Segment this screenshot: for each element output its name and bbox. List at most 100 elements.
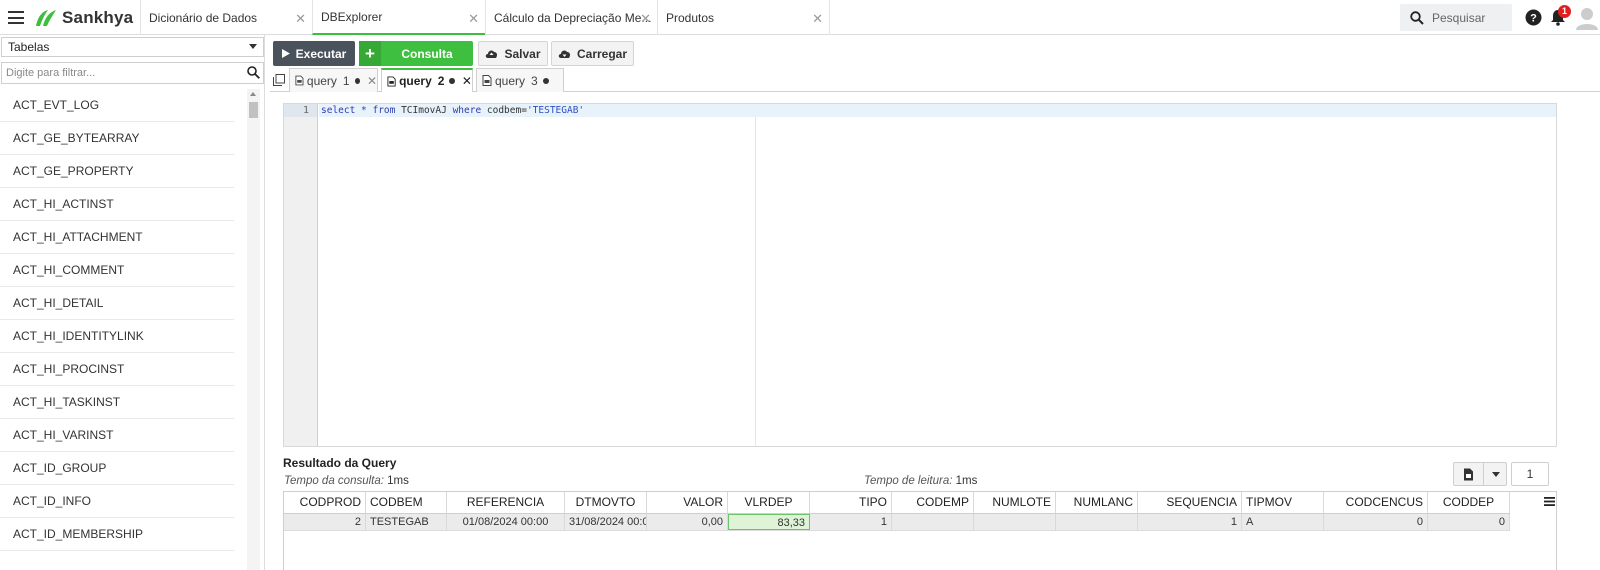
object-type-select[interactable]: Tabelas [1, 37, 264, 57]
table-list-item[interactable]: ACT_HI_TASKINST [0, 386, 234, 419]
sql-keyword: where [452, 105, 482, 116]
cloud-download-icon [558, 50, 571, 58]
table-list-item[interactable]: ACT_HI_PROCINST [0, 353, 234, 386]
help-icon[interactable]: ? [1525, 9, 1542, 26]
query-tab-2[interactable]: query 2 ✕ [381, 68, 473, 92]
chevron-down-icon[interactable] [1492, 472, 1500, 477]
table-filter-input[interactable] [1, 62, 264, 84]
query-file-icon [387, 75, 396, 87]
table-list-item[interactable]: ACT_HI_IDENTITYLINK [0, 320, 234, 353]
grid-cell[interactable]: 0,00 [647, 514, 728, 530]
table-row[interactable]: 2 TESTEGAB 01/08/2024 00:00 31/08/2024 0… [284, 514, 1510, 531]
table-list-item[interactable]: ACT_HI_VARINST [0, 419, 234, 452]
query-tab-label: query [399, 74, 432, 88]
editor-gutter: 1 [284, 104, 318, 446]
table-list-item[interactable]: ACT_HI_ATTACHMENT [0, 221, 234, 254]
hamburger-menu-icon[interactable] [8, 11, 24, 24]
grid-cell[interactable]: 31/08/2024 00:00 [565, 514, 647, 530]
query-tab-3[interactable]: query 3 [476, 68, 564, 92]
grid-cell[interactable]: 01/08/2024 00:00 [447, 514, 565, 530]
table-list-item[interactable]: ACT_GE_BYTEARRAY [0, 122, 234, 155]
copy-icon[interactable] [273, 74, 285, 86]
unsaved-dot-icon [542, 77, 549, 84]
query-tab-number: 2 [437, 74, 445, 88]
play-icon [281, 49, 290, 58]
grid-cell[interactable]: TESTEGAB [366, 514, 447, 530]
table-list-scrollbar[interactable] [247, 89, 260, 570]
column-header[interactable]: CODDEP [1428, 492, 1510, 513]
column-header[interactable]: VLRDEP [728, 492, 810, 513]
grid-cell[interactable] [1056, 514, 1138, 530]
grid-cell[interactable]: A [1242, 514, 1324, 530]
column-header[interactable]: CODCENCUS [1324, 492, 1428, 513]
close-icon[interactable]: ✕ [295, 11, 306, 27]
table-list-item[interactable]: ACT_HI_ACTINST [0, 188, 234, 221]
table-list-item[interactable]: ACT_HI_DETAIL [0, 287, 234, 320]
column-header[interactable]: VALOR [647, 492, 728, 513]
search-icon[interactable] [247, 66, 260, 79]
table-list-item[interactable]: ACT_ID_INFO [0, 485, 234, 518]
column-header[interactable]: CODEMP [892, 492, 974, 513]
column-header[interactable]: DTMOVTO [565, 492, 647, 513]
page-number-field[interactable]: 1 [1511, 462, 1549, 486]
table-list-item[interactable]: ACT_GE_PROPERTY [0, 155, 234, 188]
table-list-item[interactable]: ACT_ID_GROUP [0, 452, 234, 485]
execute-button[interactable]: Executar [273, 41, 355, 66]
table-list-item[interactable]: ACT_ID_MEMBERSHIP [0, 518, 234, 551]
query-time: Tempo da consulta: 1ms [284, 475, 409, 487]
sankhya-leaf-icon [36, 10, 56, 26]
grid-cell[interactable]: 1 [1138, 514, 1242, 530]
close-icon[interactable]: ✕ [640, 11, 651, 27]
notification-badge: 1 [1558, 5, 1571, 18]
unsaved-dot-icon [354, 77, 360, 84]
table-list-item[interactable]: ACT_HI_COMMENT [0, 254, 234, 287]
grid-header-row: CODPROD CODBEM REFERENCIA DTMOVTO VALOR … [284, 492, 1510, 514]
search-icon [1410, 10, 1424, 25]
grid-cell[interactable] [974, 514, 1056, 530]
close-icon[interactable]: ✕ [367, 74, 377, 88]
column-header[interactable]: TIPO [810, 492, 892, 513]
app-tab-label: DBExplorer [321, 9, 383, 24]
column-header[interactable]: CODBEM [366, 492, 447, 513]
app-tab-produtos[interactable]: Produtos ✕ [657, 0, 830, 35]
column-header[interactable]: SEQUENCIA [1138, 492, 1242, 513]
close-icon[interactable]: ✕ [468, 11, 479, 27]
column-header[interactable]: TIPMOV [1242, 492, 1324, 513]
app-tab-label: Cálculo da Depreciação Me... [494, 10, 652, 25]
app-tab-dbexplorer[interactable]: DBExplorer ✕ [312, 0, 485, 35]
load-button[interactable]: Carregar [551, 41, 634, 66]
grid-cell[interactable]: 2 [284, 514, 366, 530]
app-tab-depreciacao[interactable]: Cálculo da Depreciação Me... ✕ [485, 0, 657, 35]
scroll-up-icon[interactable] [250, 92, 256, 96]
close-icon[interactable]: ✕ [462, 74, 472, 88]
save-button[interactable]: Salvar [478, 41, 548, 66]
sql-editor[interactable]: 1 select * from TCImovAJ where codbem='T… [283, 103, 1557, 447]
save-button-label: Salvar [504, 46, 541, 61]
avatar[interactable] [1576, 6, 1598, 30]
export-button[interactable] [1453, 462, 1507, 486]
column-header[interactable]: REFERENCIA [447, 492, 565, 513]
column-header[interactable]: NUMLANC [1056, 492, 1138, 513]
read-time-value: 1ms [955, 475, 978, 487]
new-query-button[interactable]: + Consulta [359, 41, 473, 66]
global-search[interactable]: Pesquisar [1400, 4, 1512, 31]
column-menu-icon[interactable] [1544, 496, 1555, 507]
query-time-label: Tempo da consulta: [284, 475, 384, 487]
column-header[interactable]: CODPROD [284, 492, 366, 513]
column-header[interactable]: NUMLOTE [974, 492, 1056, 513]
unsaved-dot-icon [449, 78, 455, 84]
close-icon[interactable]: ✕ [812, 11, 823, 27]
grid-cell-selected[interactable]: 83,33 [728, 514, 810, 530]
code-line[interactable]: select * from TCImovAJ where codbem='TES… [321, 104, 584, 117]
brand-logo[interactable]: Sankhya [34, 7, 133, 29]
grid-cell[interactable]: 1 [810, 514, 892, 530]
query-tab-1[interactable]: query 1 ✕ [289, 68, 378, 92]
grid-cell[interactable] [892, 514, 974, 530]
table-list-item[interactable]: ACT_EVT_LOG [0, 89, 234, 122]
sql-identifier: TCImovAJ [395, 105, 453, 116]
grid-cell[interactable]: 0 [1324, 514, 1428, 530]
app-tab-dicionario[interactable]: Dicionário de Dados ✕ [140, 0, 312, 35]
scrollbar-thumb[interactable] [249, 102, 258, 118]
grid-cell[interactable]: 0 [1428, 514, 1510, 530]
top-bar: Sankhya Dicionário de Dados ✕ DBExplorer… [0, 0, 1600, 35]
